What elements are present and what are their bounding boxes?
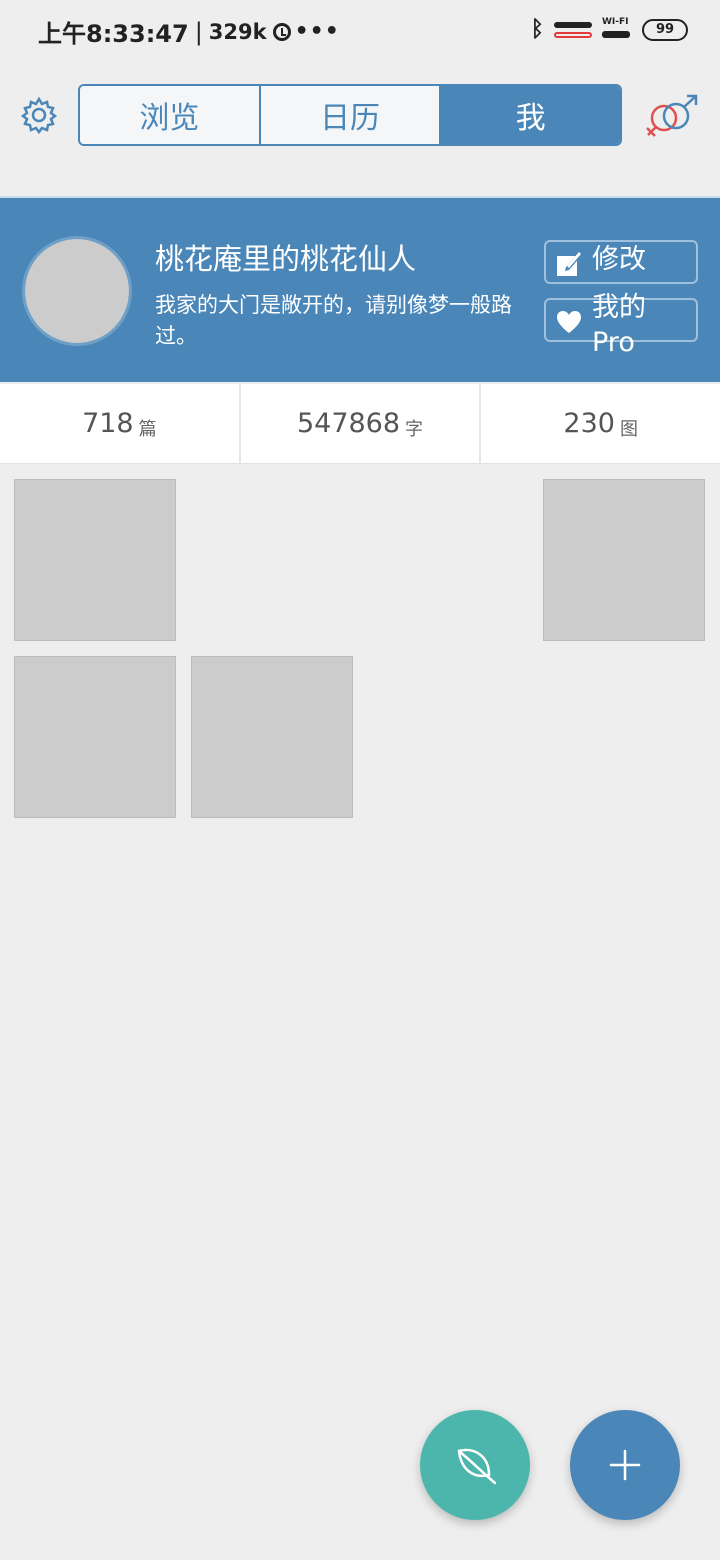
edit-icon	[557, 252, 581, 276]
user-bio: 我家的大门是敞开的，请别像梦一般路过。	[155, 293, 512, 348]
leaf-button[interactable]	[420, 1410, 530, 1520]
my-pro-button[interactable]: 我的Pro	[544, 292, 698, 358]
add-button[interactable]	[570, 1410, 680, 1520]
photo-thumbnail[interactable]	[14, 479, 176, 641]
tab-calendar[interactable]: 日历	[260, 86, 442, 144]
tab-browse[interactable]: 浏览	[80, 86, 261, 144]
plus-icon	[609, 1449, 641, 1481]
avatar-image	[25, 239, 129, 343]
stat-entries-value: 718	[82, 408, 134, 439]
clock-time: 上午8:33:47	[38, 20, 189, 48]
stat-images-value: 230	[563, 408, 615, 439]
tab-me[interactable]: 我	[441, 86, 620, 144]
alarm-icon	[272, 22, 291, 41]
bluetooth-icon: ᛒ	[530, 17, 544, 42]
stat-words-value: 547868	[296, 408, 401, 439]
stat-entries-unit: 篇	[138, 418, 157, 440]
more-notifications: •••	[294, 19, 340, 44]
stat-entries[interactable]: 718 篇	[0, 384, 241, 463]
gear-icon[interactable]	[20, 96, 58, 134]
stat-images-unit: 图	[619, 418, 638, 440]
profile-banner: 桃花庵里的桃花仙人 我家的大门是敞开的，请别像梦一般路过。 修改 我的Pro	[0, 196, 720, 382]
username: 桃花庵里的桃花仙人	[155, 242, 417, 276]
top-navigation: 浏览 日历 我	[0, 84, 720, 148]
status-separator: |	[194, 17, 203, 46]
status-left: 上午8:33:47 | 329k •••	[38, 14, 340, 49]
photo-thumbnail[interactable]	[191, 656, 353, 818]
signal-icon	[554, 19, 592, 41]
avatar[interactable]	[22, 236, 132, 346]
edit-profile-button[interactable]: 修改	[544, 240, 698, 284]
leaf-icon	[457, 1448, 497, 1485]
pro-button-label: 我的Pro	[592, 292, 646, 358]
wifi-icon: WI-FI	[602, 17, 632, 41]
stat-words-unit: 字	[405, 418, 424, 440]
stat-images[interactable]: 230 图	[481, 384, 720, 463]
photo-thumbnail[interactable]	[543, 479, 705, 641]
stats-bar: 718 篇 547868 字 230 图	[0, 384, 720, 464]
status-right: ᛒ WI-FI 99	[531, 17, 688, 42]
heart-icon	[557, 311, 581, 333]
battery-indicator: 99	[642, 18, 688, 41]
view-tabs: 浏览 日历 我	[78, 84, 622, 146]
network-speed: 329k	[208, 19, 267, 44]
edit-button-label: 修改	[592, 244, 646, 275]
photo-thumbnail[interactable]	[14, 656, 176, 818]
stat-words[interactable]: 547868 字	[241, 384, 482, 463]
gender-icon[interactable]	[640, 94, 702, 138]
status-bar: 上午8:33:47 | 329k ••• ᛒ WI-FI 99	[0, 0, 720, 60]
